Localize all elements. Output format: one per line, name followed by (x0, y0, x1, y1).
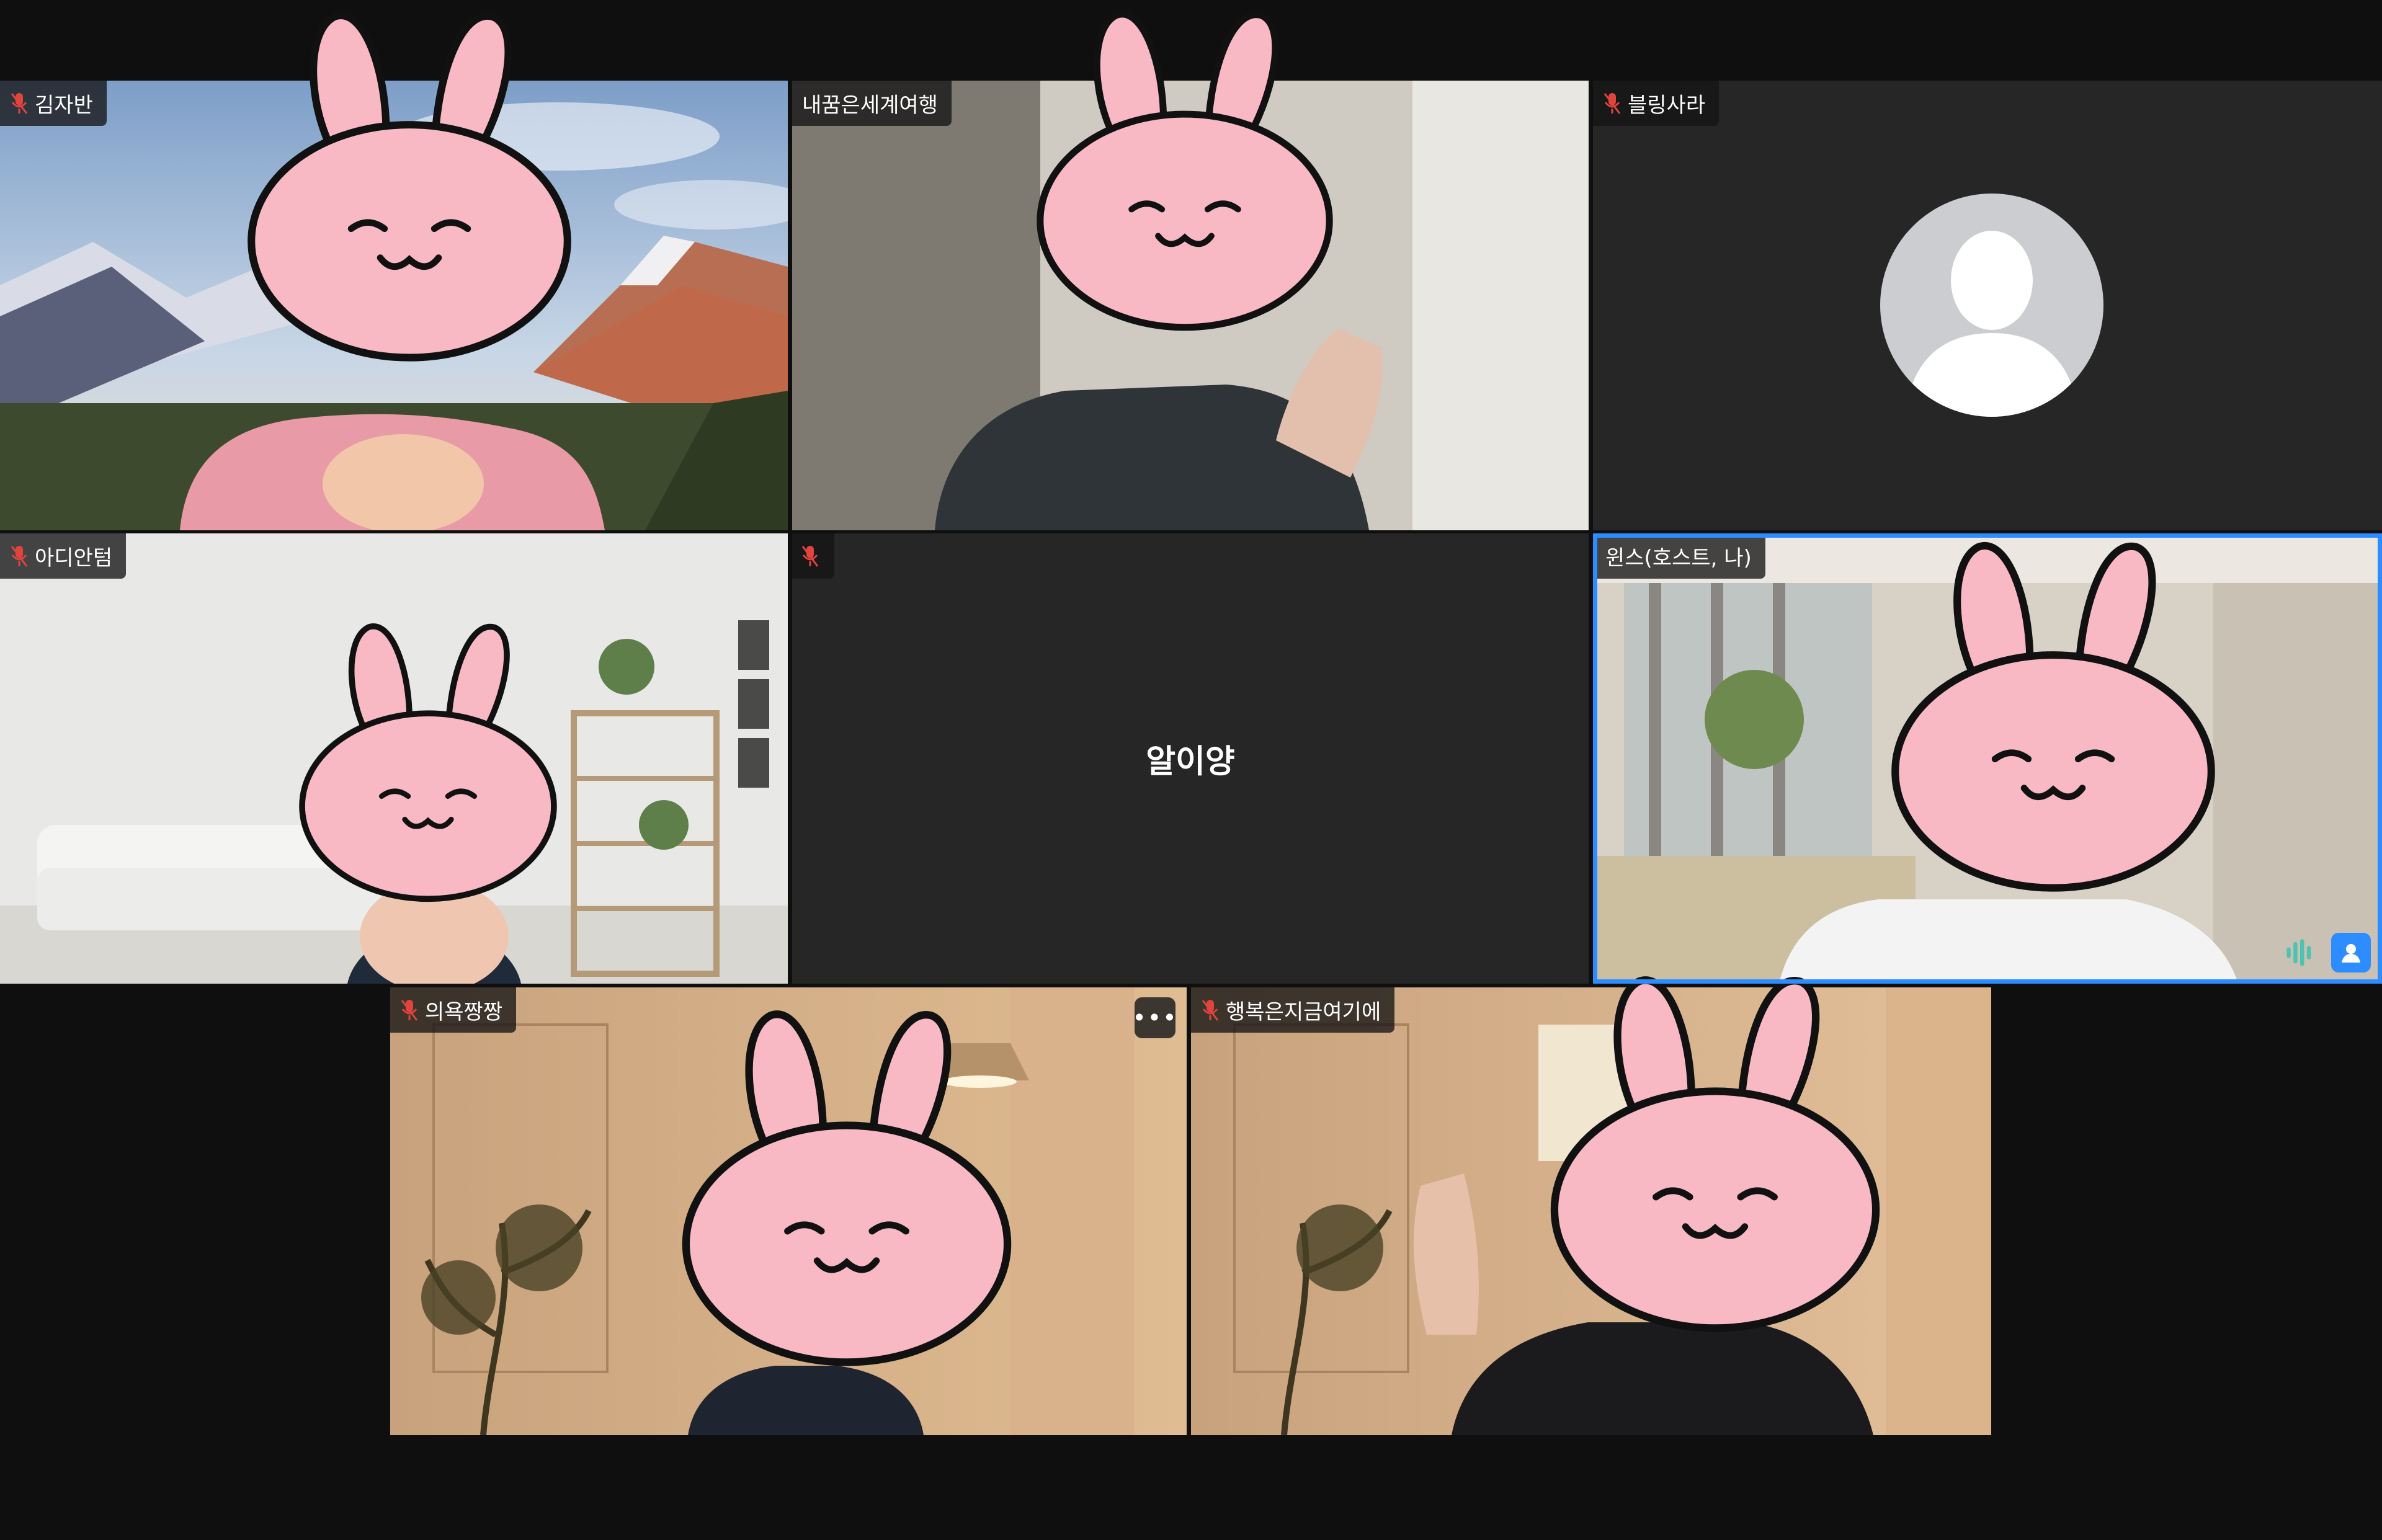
mic-muted-icon (401, 999, 418, 1021)
participant-display-name: 알이양 (1146, 743, 1235, 781)
video-feed (0, 81, 788, 530)
participant-name-tag: 윈스(호스트, 나) (1593, 533, 1765, 579)
video-tile-3[interactable]: 블링사라 (1593, 81, 2382, 530)
video-tile-5[interactable]: 알이양 (792, 533, 1589, 984)
video-tile-7[interactable]: 의욕짱짱 ••• (390, 987, 1187, 1435)
participant-name-tag (792, 533, 834, 579)
video-feed (390, 987, 1187, 1435)
participant-name-tag: 행복은지금여기에 (1191, 987, 1395, 1033)
video-tile-4[interactable]: 아디안텀 (0, 533, 788, 984)
video-tile-1[interactable]: 김자반 (0, 81, 788, 530)
video-tile-8[interactable]: 행복은지금여기에 (1191, 987, 1991, 1435)
video-feed (1593, 533, 2382, 984)
participant-name-tag: 내꿈은세계여행 (792, 81, 952, 126)
mic-muted-icon (801, 545, 819, 567)
mic-muted-icon (1202, 999, 1219, 1021)
video-tile-2[interactable]: 내꿈은세계여행 (792, 81, 1589, 530)
default-avatar-icon (1880, 194, 2103, 417)
participant-name: 김자반 (35, 93, 93, 118)
video-tile-6[interactable]: 윈스(호스트, 나) (1593, 533, 2382, 984)
participant-name-tag: 아디안텀 (0, 533, 127, 579)
participant-name: 블링사라 (1628, 93, 1706, 118)
more-options-icon[interactable]: ••• (1132, 997, 1177, 1038)
participant-icon[interactable] (2331, 933, 2371, 973)
participant-name: 윈스(호스트, 나) (1605, 546, 1752, 571)
tile-status-icons (2280, 933, 2371, 973)
participant-name-tag: 블링사라 (1593, 81, 1720, 126)
audio-level-icon (2280, 933, 2320, 973)
participant-name: 내꿈은세계여행 (802, 93, 938, 118)
participant-name-tag: 김자반 (0, 81, 107, 126)
video-feed (0, 533, 788, 984)
mic-muted-icon (11, 545, 28, 567)
participant-name: 행복은지금여기에 (1226, 1000, 1381, 1025)
participant-name: 의욕짱짱 (425, 1000, 503, 1025)
mic-muted-icon (11, 92, 28, 114)
video-feed (792, 81, 1589, 530)
participant-name: 아디안텀 (35, 546, 113, 571)
video-feed (1191, 987, 1991, 1435)
mic-muted-icon (1604, 92, 1621, 114)
participant-name-tag: 의욕짱짱 (390, 987, 517, 1033)
